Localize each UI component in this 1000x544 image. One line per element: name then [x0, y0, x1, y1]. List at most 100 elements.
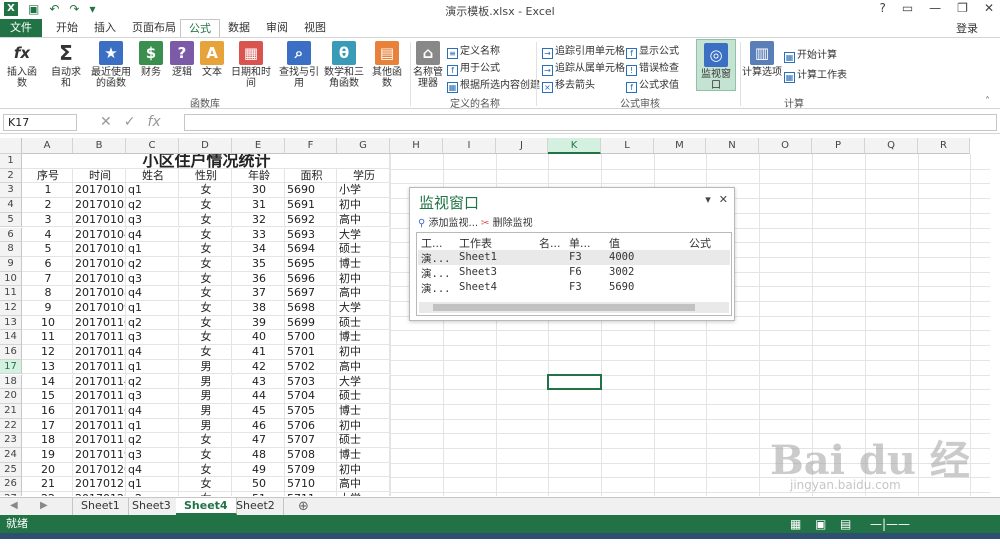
sheet-title[interactable]: 小区住户情况统计	[22, 154, 390, 169]
table-cell[interactable]: 初中	[337, 198, 390, 213]
table-cell[interactable]: 高中	[337, 286, 390, 301]
table-cell[interactable]: 16	[22, 403, 73, 419]
table-cell[interactable]: 20170102	[73, 198, 126, 213]
table-cell[interactable]: 初中	[337, 462, 390, 478]
table-cell[interactable]: 42	[232, 359, 285, 375]
row-header-2[interactable]: 2	[0, 168, 22, 184]
column-header-p[interactable]: P	[812, 138, 865, 154]
table-cell[interactable]: 5700	[285, 330, 337, 346]
tab-review[interactable]: 审阅	[258, 19, 296, 37]
table-cell[interactable]: 20170122	[73, 492, 126, 496]
tab-page-layout[interactable]: 页面布局	[124, 19, 184, 37]
ribbon-display-icon[interactable]: ▭	[902, 1, 913, 15]
tab-home[interactable]: 开始	[48, 19, 86, 37]
table-cell[interactable]: 41	[232, 345, 285, 360]
table-cell[interactable]: 20170103	[73, 212, 126, 228]
table-cell[interactable]: 5709	[285, 462, 337, 478]
next-sheet-icon[interactable]: ▶	[40, 500, 48, 511]
table-cell[interactable]: q3	[126, 448, 179, 463]
table-cell[interactable]: 48	[232, 448, 285, 463]
table-cell[interactable]: 6	[22, 256, 73, 272]
table-cell[interactable]: 5	[22, 242, 73, 257]
table-cell[interactable]: 30	[232, 183, 285, 199]
watch-cell[interactable]: 5690	[609, 281, 634, 293]
table-cell[interactable]: q1	[126, 477, 179, 493]
table-cell[interactable]: 33	[232, 227, 285, 243]
table-cell[interactable]: q2	[126, 315, 179, 331]
show-formulas-button[interactable]: f 显示公式	[626, 42, 679, 59]
column-header-m[interactable]: M	[654, 138, 706, 154]
table-cell[interactable]: 女	[179, 433, 232, 448]
table-cell[interactable]: 13	[22, 359, 73, 375]
table-cell[interactable]: 5693	[285, 227, 337, 243]
select-all-corner[interactable]	[0, 138, 22, 154]
table-cell[interactable]: 高中	[337, 477, 390, 493]
remove-arrows-button[interactable]: × 移去箭头	[542, 76, 595, 93]
table-cell[interactable]: 44	[232, 389, 285, 404]
column-header-f[interactable]: F	[285, 138, 337, 154]
dropdown-icon[interactable]: ▾	[705, 193, 711, 206]
page-layout-icon[interactable]: ▣	[815, 515, 826, 533]
table-cell[interactable]: 女	[179, 301, 232, 316]
table-cell[interactable]: 硕士	[337, 433, 390, 448]
table-cell[interactable]: 男	[179, 403, 232, 419]
table-cell[interactable]: q2	[126, 492, 179, 496]
table-cell[interactable]: 女	[179, 330, 232, 346]
table-cell[interactable]: 20170113	[73, 359, 126, 375]
table-cell[interactable]: 49	[232, 462, 285, 478]
table-cell[interactable]: 20170104	[73, 227, 126, 243]
table-cell[interactable]: 男	[179, 389, 232, 404]
confirm-icon[interactable]: ✓	[124, 114, 136, 130]
table-cell[interactable]: 20170106	[73, 256, 126, 272]
table-cell[interactable]: q4	[126, 403, 179, 419]
table-cell[interactable]: 博士	[337, 448, 390, 463]
column-header-q[interactable]: Q	[865, 138, 918, 154]
table-cell[interactable]: 7	[22, 271, 73, 287]
logical-button[interactable]: ? 逻辑	[170, 41, 194, 78]
table-cell[interactable]: 5707	[285, 433, 337, 448]
table-cell[interactable]: 36	[232, 271, 285, 287]
table-cell[interactable]: 19	[22, 448, 73, 463]
table-cell[interactable]: 硕士	[337, 315, 390, 331]
recently-used-button[interactable]: ★ 最近使用的函数	[88, 41, 134, 89]
table-cell[interactable]: 2	[22, 198, 73, 213]
table-cell[interactable]: 5699	[285, 315, 337, 331]
table-cell[interactable]: 5698	[285, 301, 337, 316]
table-cell[interactable]: 硕士	[337, 242, 390, 257]
add-sheet-icon[interactable]: ⊕	[298, 499, 309, 514]
calculate-now-button[interactable]: ▦ 开始计算	[784, 46, 837, 63]
col-value[interactable]: 值	[609, 235, 620, 251]
tab-view[interactable]: 视图	[296, 19, 334, 37]
row-header-6[interactable]: 6	[0, 227, 22, 243]
row-header-24[interactable]: 24	[0, 448, 22, 463]
active-cell-selection[interactable]	[547, 373, 602, 391]
use-in-formula-button[interactable]: f 用于公式	[447, 59, 500, 76]
table-cell[interactable]: 女	[179, 227, 232, 243]
table-cell[interactable]: 博士	[337, 256, 390, 272]
table-cell[interactable]: q2	[126, 256, 179, 272]
table-cell[interactable]: 5702	[285, 359, 337, 375]
table-cell[interactable]: 18	[22, 433, 73, 448]
table-cell[interactable]: 20170101	[73, 183, 126, 199]
column-heading[interactable]: 面积	[285, 168, 337, 184]
column-header-a[interactable]: A	[22, 138, 73, 154]
table-cell[interactable]: 5691	[285, 198, 337, 213]
column-header-g[interactable]: G	[337, 138, 390, 154]
table-cell[interactable]: q1	[126, 242, 179, 257]
restore-icon[interactable]: ❐	[957, 1, 968, 15]
row-header-3[interactable]: 3	[0, 183, 22, 199]
table-cell[interactable]: 5690	[285, 183, 337, 199]
table-cell[interactable]: 女	[179, 212, 232, 228]
table-cell[interactable]: 博士	[337, 330, 390, 346]
column-header-r[interactable]: R	[918, 138, 970, 154]
column-header-h[interactable]: H	[390, 138, 443, 154]
row-header-21[interactable]: 21	[0, 403, 22, 419]
column-header-i[interactable]: I	[443, 138, 496, 154]
table-cell[interactable]: 37	[232, 286, 285, 301]
table-cell[interactable]: 14	[22, 374, 73, 390]
sheet-tab-sheet2[interactable]: Sheet2	[228, 498, 284, 515]
delete-watch-button[interactable]: ✂ 删除监视	[481, 214, 533, 229]
table-cell[interactable]: 初中	[337, 345, 390, 360]
name-box[interactable]: K17	[3, 114, 77, 131]
table-cell[interactable]: q2	[126, 374, 179, 390]
